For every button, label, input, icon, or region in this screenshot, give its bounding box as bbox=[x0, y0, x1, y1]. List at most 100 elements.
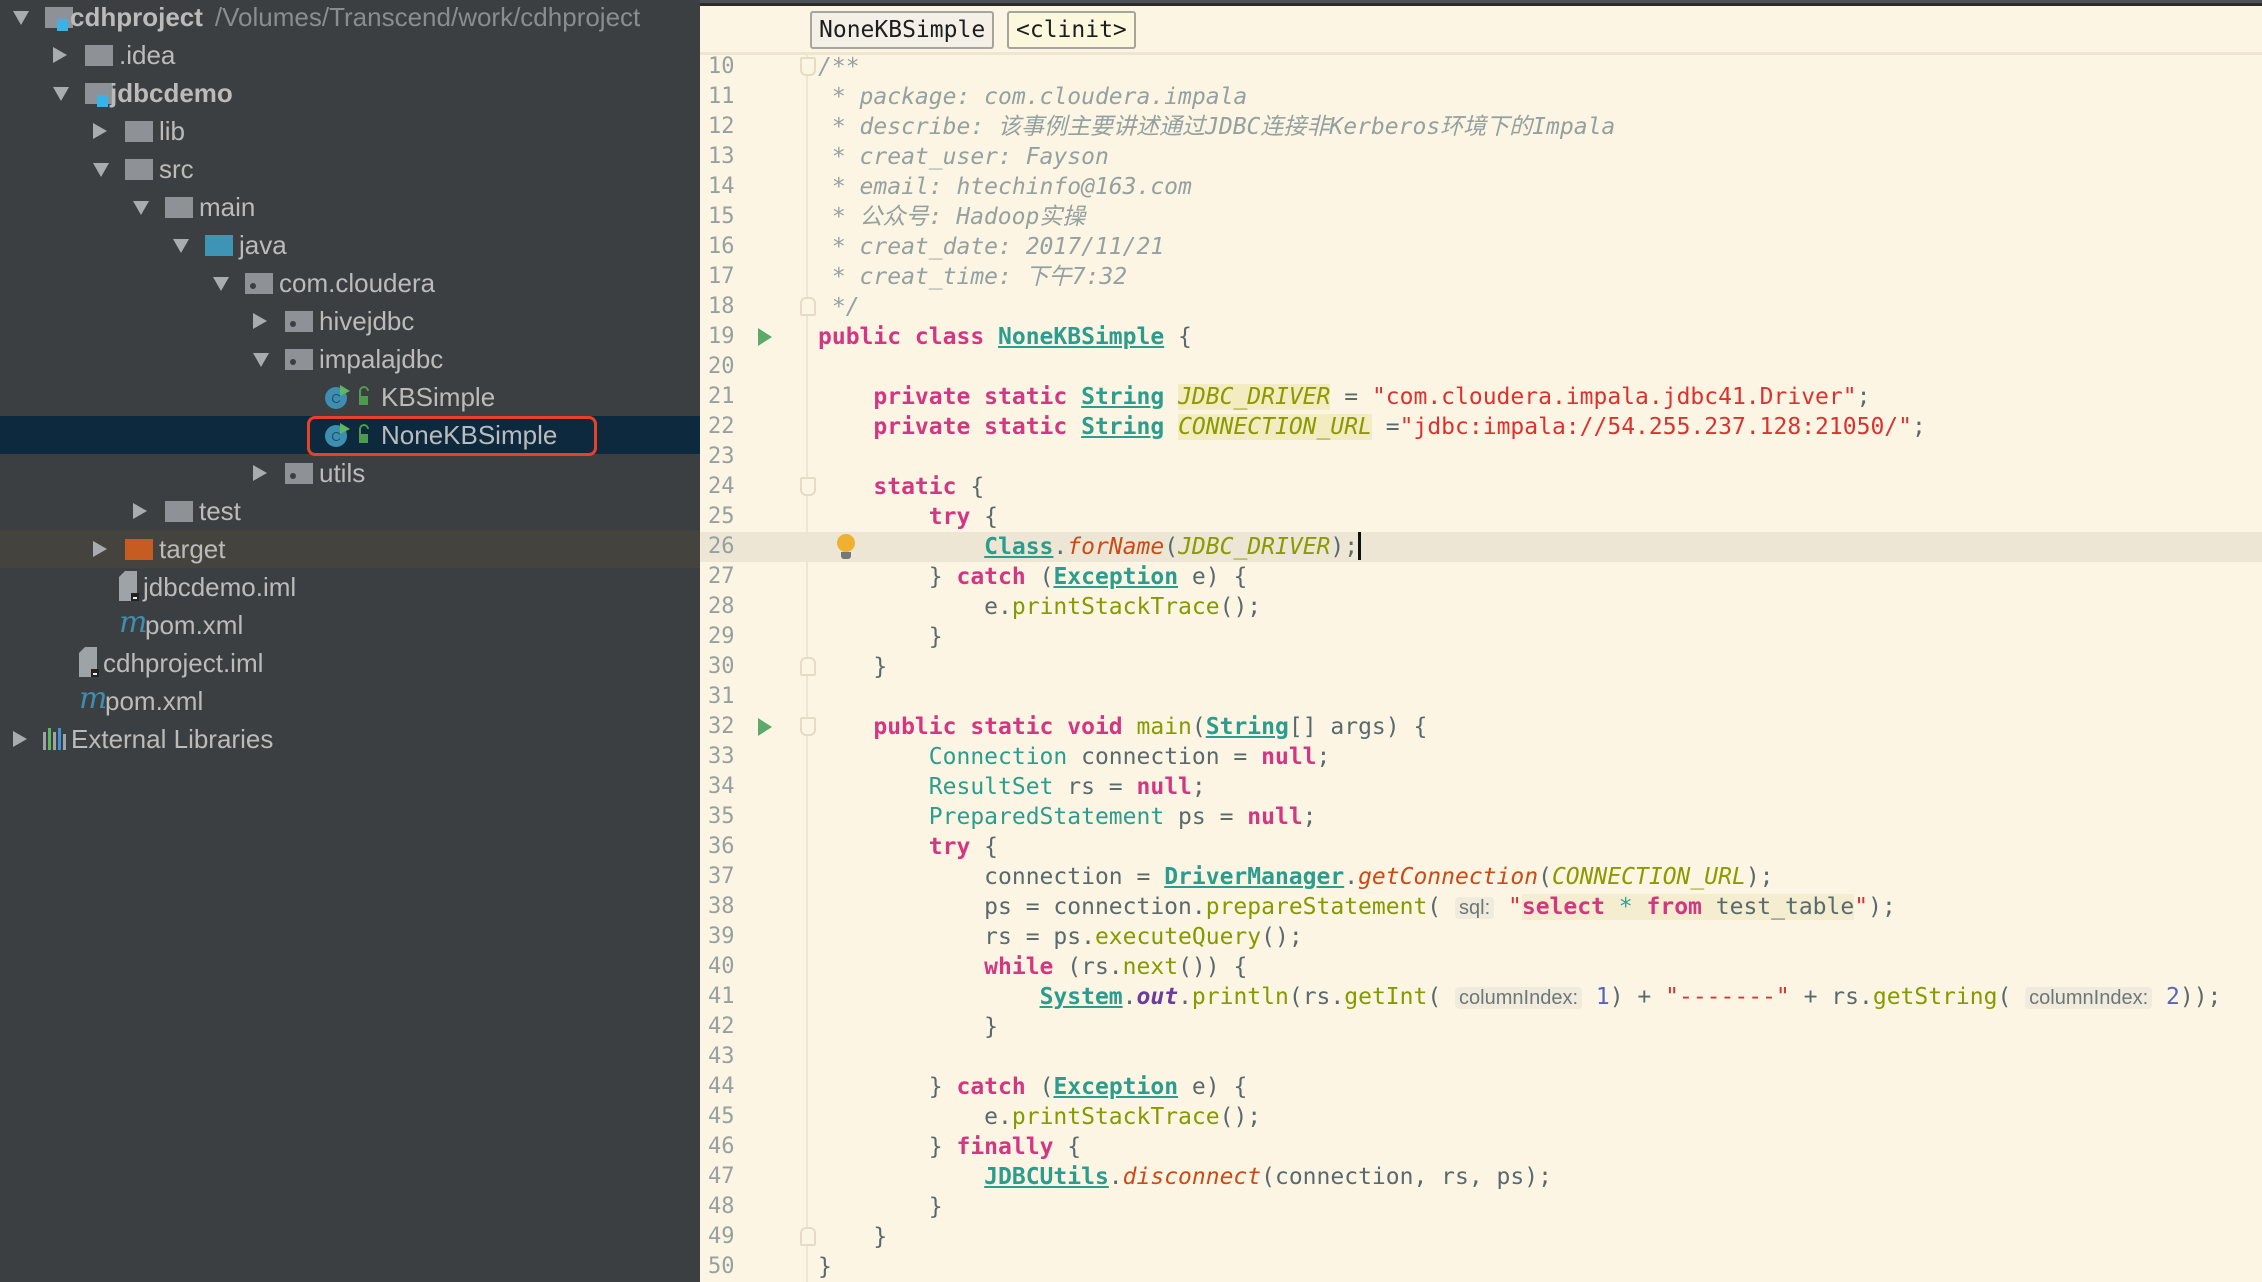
code-text: try { bbox=[818, 502, 998, 532]
code-line[interactable]: 30 } bbox=[700, 652, 2262, 682]
fold-icon[interactable] bbox=[800, 297, 816, 316]
tree-item[interactable]: m pom.xml bbox=[0, 682, 700, 720]
code-line[interactable]: 42 } bbox=[700, 1012, 2262, 1042]
chevron-right-icon[interactable] bbox=[53, 47, 67, 63]
code-line[interactable]: 24 static { bbox=[700, 472, 2262, 502]
chevron-right-icon[interactable] bbox=[93, 541, 107, 557]
code-line[interactable]: 35 PreparedStatement ps = null; bbox=[700, 802, 2262, 832]
code-line[interactable]: 33 Connection connection = null; bbox=[700, 742, 2262, 772]
tree-item[interactable]: hivejdbc bbox=[0, 302, 700, 340]
code-line[interactable]: 47 JDBCUtils.disconnect(connection, rs, … bbox=[700, 1162, 2262, 1192]
code-editor[interactable]: NoneKBSimple <clinit> 10/** 11 * package:… bbox=[700, 0, 2262, 1282]
tree-item[interactable]: target bbox=[0, 530, 700, 568]
chevron-down-icon[interactable] bbox=[253, 353, 269, 367]
token-kw: while bbox=[984, 954, 1054, 980]
code-line[interactable]: 39 rs = ps.executeQuery(); bbox=[700, 922, 2262, 952]
tree-item[interactable]: src bbox=[0, 150, 700, 188]
chevron-right-icon[interactable] bbox=[93, 123, 107, 139]
code-line[interactable]: 40 while (rs.next()) { bbox=[700, 952, 2262, 982]
code-line[interactable]: 23 bbox=[700, 442, 2262, 472]
tree-item[interactable]: impalajdbc bbox=[0, 340, 700, 378]
code-line[interactable]: 29 } bbox=[700, 622, 2262, 652]
code-line[interactable]: 26 Class.forName(JDBC_DRIVER); bbox=[700, 532, 2262, 562]
code-line[interactable]: 50} bbox=[700, 1252, 2262, 1282]
code-line[interactable]: 19 public class NoneKBSimple { bbox=[700, 322, 2262, 352]
code-line[interactable]: 25 try { bbox=[700, 502, 2262, 532]
code-line[interactable]: 28 e.printStackTrace(); bbox=[700, 592, 2262, 622]
chevron-down-icon[interactable] bbox=[173, 239, 189, 253]
code-line[interactable]: 14 * email: htechinfo@163.com bbox=[700, 172, 2262, 202]
code-line[interactable]: 49 } bbox=[700, 1222, 2262, 1252]
tree-item[interactable]: utils bbox=[0, 454, 700, 492]
tree-item[interactable]: test bbox=[0, 492, 700, 530]
code-line[interactable]: 36 try { bbox=[700, 832, 2262, 862]
project-tree[interactable]: cdhproject/Volumes/Transcend/work/cdhpro… bbox=[0, 0, 700, 1282]
fold-icon[interactable] bbox=[800, 657, 816, 676]
code-line[interactable]: 34 ResultSet rs = null; bbox=[700, 772, 2262, 802]
code-line[interactable]: 18 */ bbox=[700, 292, 2262, 322]
code-line[interactable]: 43 bbox=[700, 1042, 2262, 1072]
tree-item[interactable]: C KBSimple bbox=[0, 378, 700, 416]
code-line[interactable]: 46 } finally { bbox=[700, 1132, 2262, 1162]
tree-item[interactable]: java bbox=[0, 226, 700, 264]
tree-item[interactable]: m pom.xml bbox=[0, 606, 700, 644]
code-line[interactable]: 16 * creat_date: 2017/11/21 bbox=[700, 232, 2262, 262]
breadcrumb-method[interactable]: <clinit> bbox=[1007, 11, 1136, 49]
token-sqlop: * bbox=[1618, 894, 1633, 920]
chevron-down-icon[interactable] bbox=[133, 201, 149, 215]
fold-icon[interactable] bbox=[800, 717, 816, 736]
chevron-right-icon[interactable] bbox=[253, 313, 267, 329]
tree-item[interactable]: jdbcdemo bbox=[0, 74, 700, 112]
fold-icon[interactable] bbox=[800, 477, 816, 496]
token-hint: columnIndex: bbox=[1455, 987, 1583, 1009]
chevron-down-icon[interactable] bbox=[53, 87, 69, 101]
chevron-right-icon[interactable] bbox=[13, 731, 27, 747]
breadcrumb-class[interactable]: NoneKBSimple bbox=[810, 11, 995, 49]
code-line[interactable]: 31 bbox=[700, 682, 2262, 712]
tree-item[interactable]: com.cloudera bbox=[0, 264, 700, 302]
tree-item[interactable]: cdhproject/Volumes/Transcend/work/cdhpro… bbox=[0, 0, 700, 36]
tree-item-label: impalajdbc bbox=[319, 343, 443, 375]
code-line[interactable]: 48 } bbox=[700, 1192, 2262, 1222]
code-line[interactable]: 21 private static String JDBC_DRIVER = "… bbox=[700, 382, 2262, 412]
fold-icon[interactable] bbox=[800, 1227, 816, 1246]
code-line[interactable]: 10 /** bbox=[700, 52, 2262, 82]
tree-item[interactable]: .idea bbox=[0, 36, 700, 74]
token-plain: } bbox=[818, 1224, 888, 1250]
code-line[interactable]: 32 public static void main(String[] args… bbox=[700, 712, 2262, 742]
code-line[interactable]: 13 * creat_user: Fayson bbox=[700, 142, 2262, 172]
code-line[interactable]: 27 } catch (Exception e) { bbox=[700, 562, 2262, 592]
code-line[interactable]: 12 * describe: 该事例主要讲述通过JDBC连接非Kerberos环… bbox=[700, 112, 2262, 142]
code-text: } bbox=[818, 1252, 832, 1282]
tree-item[interactable]: main bbox=[0, 188, 700, 226]
chevron-down-icon[interactable] bbox=[213, 277, 229, 291]
run-icon[interactable] bbox=[758, 328, 772, 346]
code-line[interactable]: 44 } catch (Exception e) { bbox=[700, 1072, 2262, 1102]
code-line[interactable]: 41 System.out.println(rs.getInt( columnI… bbox=[700, 982, 2262, 1012]
code-line[interactable]: 38 ps = connection.prepareStatement( sql… bbox=[700, 892, 2262, 922]
line-number: 17 bbox=[708, 264, 735, 289]
tree-item[interactable]: cdhproject.iml bbox=[0, 644, 700, 682]
chevron-down-icon[interactable] bbox=[13, 11, 29, 25]
tree-item[interactable]: lib bbox=[0, 112, 700, 150]
code-line[interactable]: 45 e.printStackTrace(); bbox=[700, 1102, 2262, 1132]
token-hint: columnIndex: bbox=[2025, 987, 2153, 1009]
token-call: printStackTrace bbox=[1011, 1104, 1220, 1130]
run-icon[interactable] bbox=[758, 718, 772, 736]
chevron-down-icon[interactable] bbox=[93, 163, 109, 177]
line-number: 37 bbox=[708, 864, 735, 889]
code-line[interactable]: 11 * package: com.cloudera.impala bbox=[700, 82, 2262, 112]
code-line[interactable]: 15 * 公众号: Hadoop实操 bbox=[700, 202, 2262, 232]
code-line[interactable]: 37 connection = DriverManager.getConnect… bbox=[700, 862, 2262, 892]
chevron-right-icon[interactable] bbox=[133, 503, 147, 519]
chevron-right-icon[interactable] bbox=[253, 465, 267, 481]
fold-icon[interactable] bbox=[800, 57, 816, 76]
tree-item[interactable]: jdbcdemo.iml bbox=[0, 568, 700, 606]
tree-item[interactable]: C NoneKBSimple bbox=[0, 416, 700, 456]
code-line[interactable]: 22 private static String CONNECTION_URL … bbox=[700, 412, 2262, 442]
line-number: 10 bbox=[708, 54, 735, 79]
tree-item[interactable]: External Libraries bbox=[0, 720, 700, 758]
code-line[interactable]: 20 bbox=[700, 352, 2262, 382]
code-line[interactable]: 17 * creat_time: 下午7:32 bbox=[700, 262, 2262, 292]
